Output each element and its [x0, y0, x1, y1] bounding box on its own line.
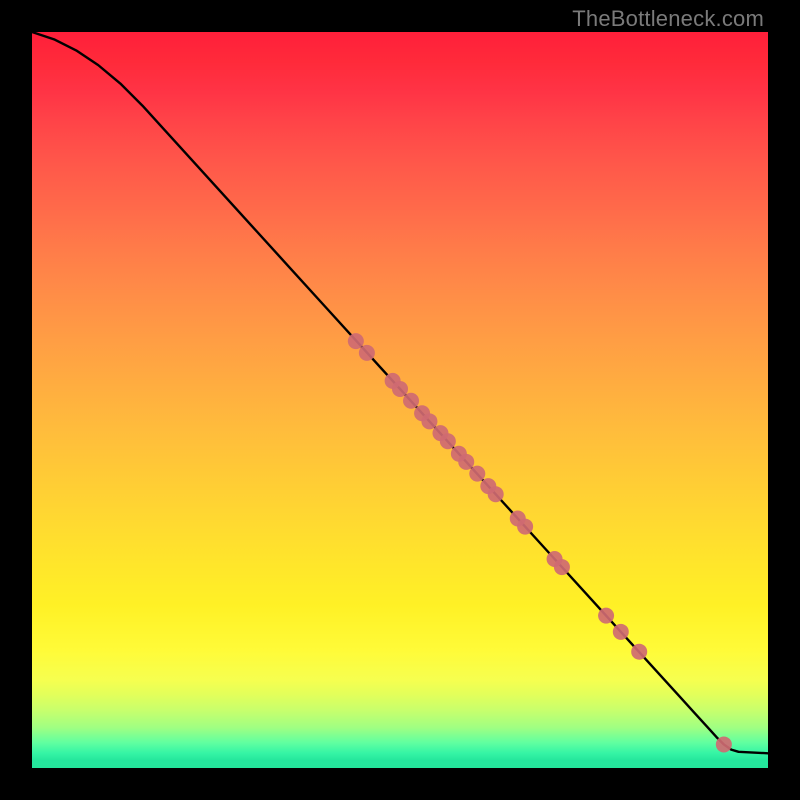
data-point [469, 466, 485, 482]
data-point [716, 736, 732, 752]
data-point [392, 381, 408, 397]
data-point [359, 345, 375, 361]
chart-svg [32, 32, 768, 768]
chart-container: TheBottleneck.com [0, 0, 800, 800]
data-point [613, 624, 629, 640]
data-point [348, 333, 364, 349]
data-point [598, 608, 614, 624]
data-point [458, 454, 474, 470]
data-point [421, 413, 437, 429]
plot-area [32, 32, 768, 768]
data-point [488, 486, 504, 502]
watermark-text: TheBottleneck.com [572, 6, 764, 32]
data-point [440, 433, 456, 449]
data-point [631, 644, 647, 660]
data-point [403, 393, 419, 409]
data-point [554, 559, 570, 575]
data-point [517, 519, 533, 535]
